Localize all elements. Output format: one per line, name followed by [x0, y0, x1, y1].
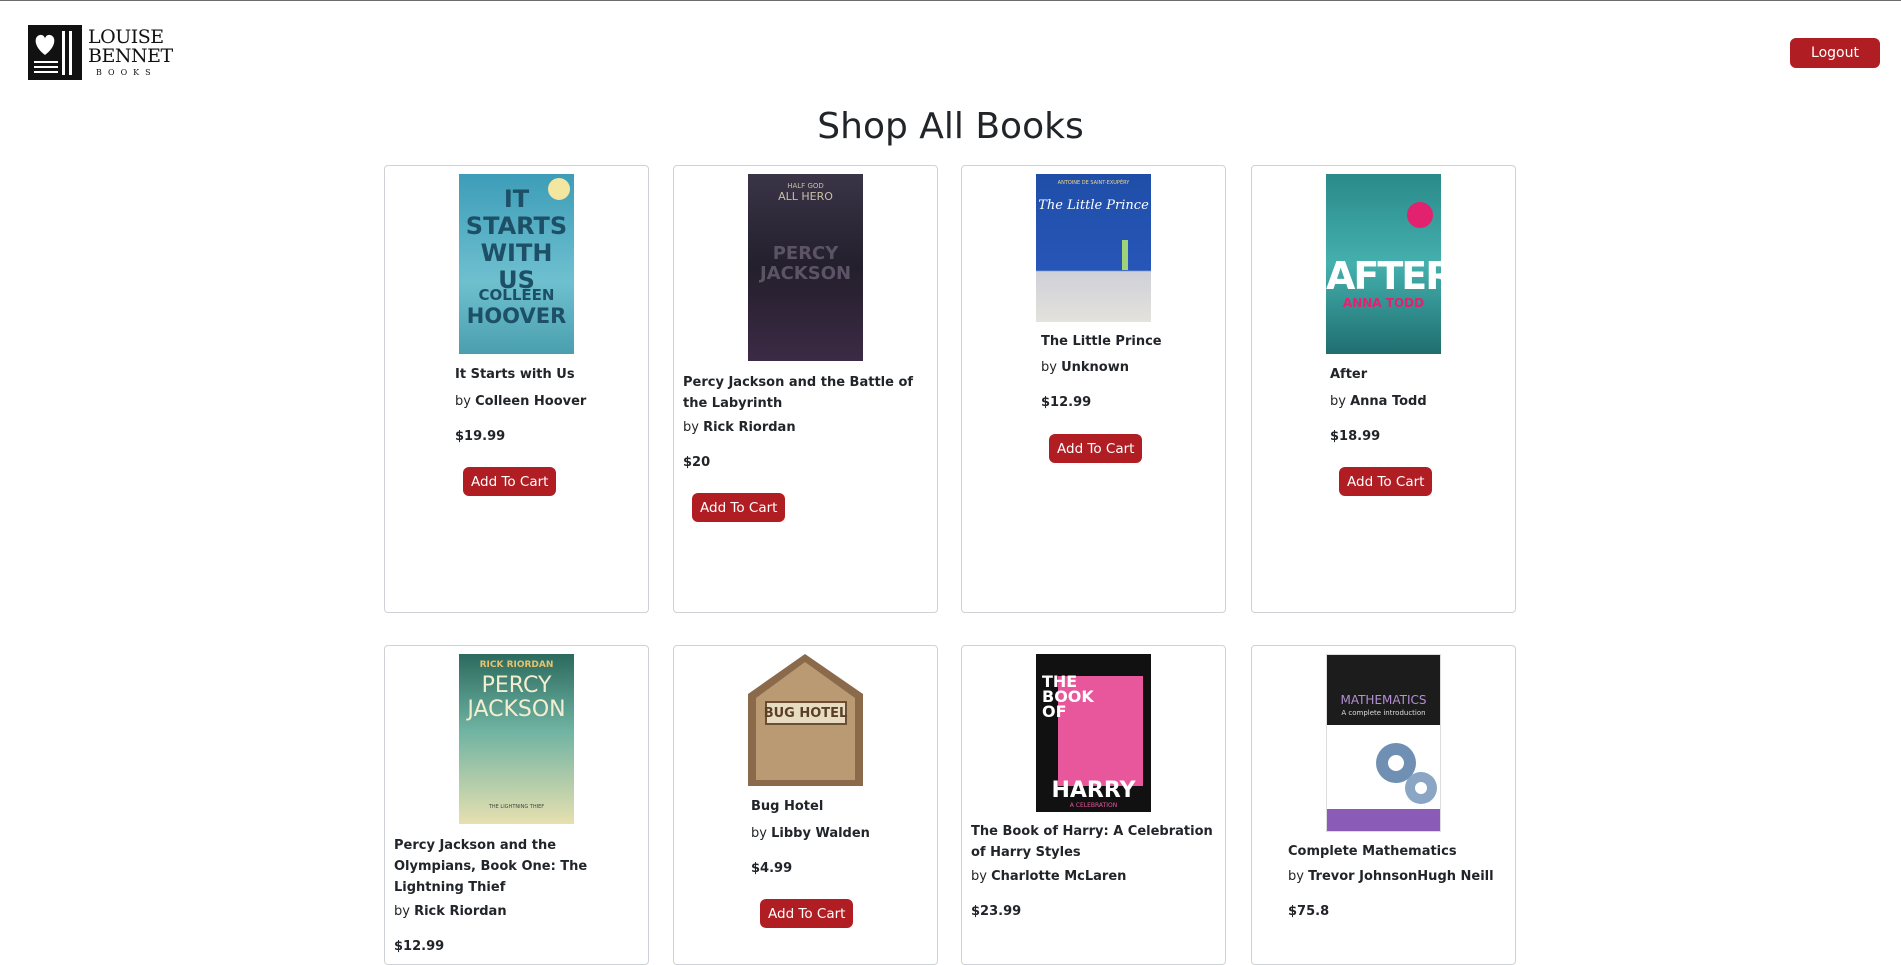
cover-text: A CELEBRATION: [1069, 802, 1118, 809]
book-author: Trevor JohnsonHugh Neill: [1308, 869, 1494, 884]
cover-text: ANNA TODD: [1342, 296, 1425, 310]
page-title: Shop All Books: [817, 106, 1084, 147]
book-card: RICK RIORDAN PERCY JACKSON THE LIGHTNING…: [384, 645, 649, 965]
book-author-line: by Rick Riordan: [683, 419, 928, 437]
book-price: $23.99: [971, 904, 1022, 919]
book-price: $18.99: [1330, 429, 1381, 444]
cover-text: A complete introduction: [1341, 709, 1426, 717]
cover-footer: [1327, 809, 1440, 831]
book-cover-image[interactable]: HALF GOD ALL HERO PERCY JACKSON: [748, 174, 863, 361]
book-author-line: by Rick Riordan: [394, 903, 639, 921]
book-card: THE BOOK OF HARRY A CELEBRATION The Book…: [961, 645, 1226, 965]
cover-text: HARRY: [1051, 778, 1136, 803]
add-to-cart-button[interactable]: Add To Cart: [760, 899, 854, 928]
book-title[interactable]: Percy Jackson and the Battle of the Laby…: [683, 372, 928, 414]
by-label: by: [683, 420, 699, 435]
book-author-line: by Anna Todd: [1330, 393, 1506, 411]
by-label: by: [394, 904, 410, 919]
cover-text: AFTER: [1326, 254, 1441, 298]
book-cover-image[interactable]: IT STARTS WITH US COLLEEN HOOVER: [459, 174, 574, 354]
badge-decoration: [1407, 202, 1433, 228]
book-cover-image[interactable]: RICK RIORDAN PERCY JACKSON THE LIGHTNING…: [459, 654, 574, 824]
book-author-line: by Charlotte McLaren: [971, 868, 1216, 886]
brand-line-2: BENNET: [88, 45, 173, 67]
cover-text: HOOVER: [466, 304, 567, 328]
book-title[interactable]: Bug Hotel: [751, 796, 928, 817]
cover-text: The Little Prince: [1038, 198, 1149, 213]
gears-icon: [1376, 743, 1437, 804]
book-cover-image[interactable]: THE BOOK OF HARRY A CELEBRATION: [1036, 654, 1151, 812]
add-to-cart-button[interactable]: Add To Cart: [692, 493, 786, 522]
book-author: Rick Riordan: [703, 420, 796, 435]
brand-wordmark: LOUISE BENNET BOOKS: [88, 28, 173, 77]
book-cover-image[interactable]: BUG HOTEL: [748, 654, 863, 786]
cover-text: STARTS: [465, 212, 568, 240]
cover-text: COLLEEN: [478, 286, 555, 304]
book-author: Unknown: [1061, 360, 1130, 375]
brand-line-3: BOOKS: [96, 68, 157, 77]
by-label: by: [455, 394, 471, 409]
book-author-line: by Colleen Hoover: [455, 393, 639, 411]
book-title[interactable]: Percy Jackson and the Olympians, Book On…: [394, 835, 639, 898]
cover-text: ALL HERO: [778, 190, 833, 203]
prince-figure: [1122, 240, 1128, 270]
cover-text: BUG HOTEL: [763, 706, 848, 721]
book-price: $4.99: [751, 861, 793, 876]
book-cover-image[interactable]: ANTOINE DE SAINT-EXUPÉRY The Little Prin…: [1036, 174, 1151, 322]
book-price: $20: [683, 455, 711, 470]
book-title[interactable]: Complete Mathematics: [1288, 841, 1506, 862]
by-label: by: [751, 826, 767, 841]
cover-text: JACKSON: [467, 697, 566, 722]
logout-button[interactable]: Logout: [1790, 38, 1880, 68]
cover-text: JACKSON: [759, 263, 852, 284]
book-card: MATHEMATICS A complete introduction Comp…: [1251, 645, 1516, 965]
cover-text: OF: [1042, 702, 1067, 721]
book-card: AFTER ANNA TODD After by Anna Todd $18.9…: [1251, 165, 1516, 613]
book-author: Colleen Hoover: [475, 394, 587, 409]
book-title[interactable]: The Book of Harry: A Celebration of Harr…: [971, 821, 1216, 863]
by-label: by: [1041, 360, 1057, 375]
book-author: Libby Walden: [771, 826, 870, 841]
book-cover-image[interactable]: MATHEMATICS A complete introduction: [1326, 654, 1441, 832]
add-to-cart-button[interactable]: Add To Cart: [463, 467, 557, 496]
brand-logo[interactable]: LOUISE BENNET BOOKS: [28, 25, 173, 80]
book-card: HALF GOD ALL HERO PERCY JACKSON Percy Ja…: [673, 165, 938, 613]
site-header: LOUISE BENNET BOOKS Logout: [0, 0, 1901, 100]
book-card: BUG HOTEL Bug Hotel by Libby Walden $4.9…: [673, 645, 938, 965]
book-cover-image[interactable]: AFTER ANNA TODD: [1326, 174, 1441, 354]
book-title[interactable]: It Starts with Us: [455, 364, 639, 385]
by-label: by: [1330, 394, 1346, 409]
by-label: by: [1288, 869, 1304, 884]
book-author-line: by Trevor JohnsonHugh Neill: [1288, 868, 1506, 886]
book-title[interactable]: After: [1330, 364, 1506, 385]
book-price: $19.99: [455, 429, 506, 444]
cover-text: ANTOINE DE SAINT-EXUPÉRY: [1057, 180, 1130, 186]
cover-text: HALF GOD: [787, 182, 824, 190]
book-title[interactable]: The Little Prince: [1041, 331, 1216, 352]
cover-text: THE LIGHTNING THIEF: [488, 804, 545, 810]
book-card: IT STARTS WITH US COLLEEN HOOVER It Star…: [384, 165, 649, 613]
book-author: Rick Riordan: [414, 904, 507, 919]
book-author: Anna Todd: [1350, 394, 1427, 409]
cover-text: MATHEMATICS: [1340, 693, 1427, 707]
cover-text: PERCY: [481, 673, 552, 698]
flower-decoration: [548, 178, 570, 200]
by-label: by: [971, 869, 987, 884]
cover-text: RICK RIORDAN: [479, 660, 554, 670]
book-author-line: by Libby Walden: [751, 825, 928, 843]
add-to-cart-button[interactable]: Add To Cart: [1339, 467, 1433, 496]
book-author-line: by Unknown: [1041, 359, 1216, 377]
book-price: $75.8: [1288, 904, 1330, 919]
book-price: $12.99: [1041, 395, 1092, 410]
cover-text: PERCY: [772, 243, 839, 264]
book-card: ANTOINE DE SAINT-EXUPÉRY The Little Prin…: [961, 165, 1226, 613]
book-heart-logo-icon: [28, 25, 82, 80]
book-author: Charlotte McLaren: [991, 869, 1127, 884]
book-price: $12.99: [394, 939, 445, 954]
add-to-cart-button[interactable]: Add To Cart: [1049, 434, 1143, 463]
